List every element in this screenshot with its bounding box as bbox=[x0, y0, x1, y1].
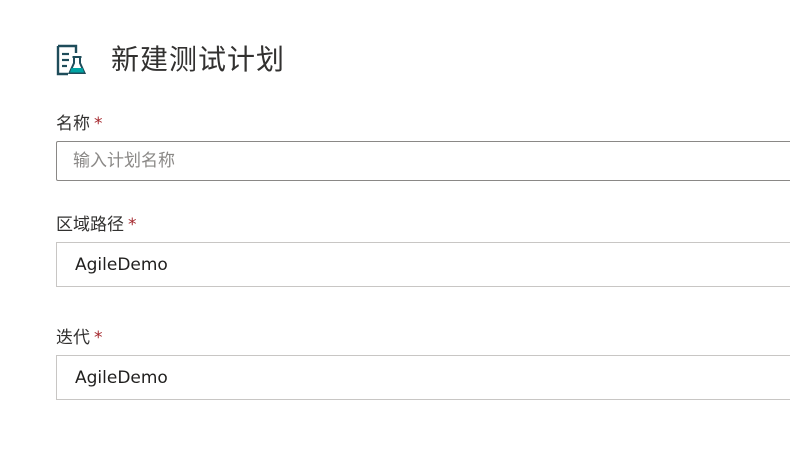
dialog-header: 新建测试计划 bbox=[56, 40, 285, 80]
required-mark: * bbox=[128, 215, 137, 235]
page-title: 新建测试计划 bbox=[111, 43, 286, 76]
iteration-value: AgileDemo bbox=[75, 367, 168, 388]
area-path-label-text: 区域路径 bbox=[56, 215, 124, 235]
area-path-value: AgileDemo bbox=[75, 254, 168, 275]
name-label-text: 名称 bbox=[56, 114, 90, 134]
new-test-plan-dialog: 新建测试计划 名称* 区域路径* AgileDemo 迭代* AgileDemo bbox=[0, 0, 790, 476]
area-path-label: 区域路径 * bbox=[56, 214, 137, 236]
area-path-select[interactable]: AgileDemo bbox=[56, 242, 790, 287]
required-mark: * bbox=[94, 114, 103, 134]
required-mark: * bbox=[94, 328, 103, 348]
iteration-label: 迭代 * bbox=[56, 327, 103, 349]
test-plan-icon bbox=[56, 44, 87, 76]
name-label: 名称 * bbox=[56, 113, 103, 135]
iteration-select[interactable]: AgileDemo bbox=[56, 355, 790, 400]
plan-name-input[interactable] bbox=[56, 141, 790, 181]
iteration-label-text: 迭代 bbox=[56, 328, 90, 348]
